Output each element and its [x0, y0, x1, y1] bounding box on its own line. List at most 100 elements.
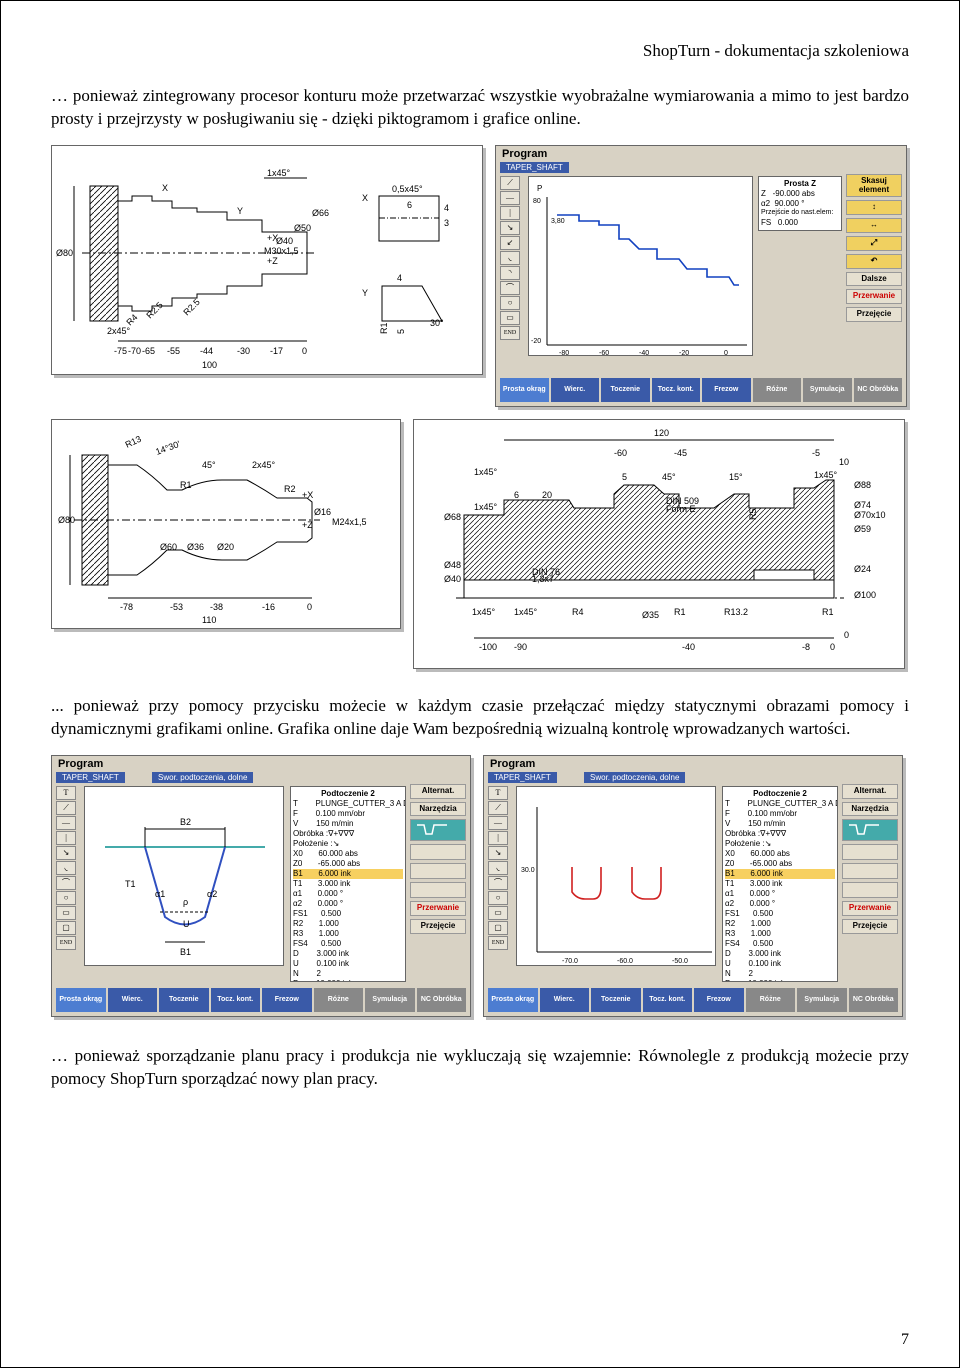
more-button[interactable]: Dalsze: [846, 272, 902, 287]
svg-text:-78: -78: [120, 602, 133, 612]
bottom-btn[interactable]: Symulacja: [797, 988, 847, 1012]
svg-text:Ø50: Ø50: [294, 223, 311, 233]
bottom-btn[interactable]: Różne: [753, 378, 802, 402]
bottom-btn[interactable]: Prosta okrąg: [488, 988, 538, 1012]
tool-icon[interactable]: T: [488, 786, 508, 800]
accept-button[interactable]: Przejęcie: [410, 919, 466, 934]
tool-icon[interactable]: ↘: [56, 846, 76, 860]
tool-icon[interactable]: ⌒: [56, 876, 76, 890]
param-row: FS1 0.500: [725, 909, 835, 919]
bottom-btn[interactable]: NC Obróbka: [849, 988, 899, 1012]
tool-icon[interactable]: ⟋: [56, 801, 76, 815]
tool-icon[interactable]: ↘: [500, 221, 520, 235]
tool-icon[interactable]: ○: [488, 891, 508, 905]
cnc-tab[interactable]: TAPER_SHAFT: [488, 772, 557, 783]
tool-icon[interactable]: ↙: [500, 236, 520, 250]
svg-text:-45: -45: [674, 448, 687, 458]
undo-button[interactable]: ↶: [846, 254, 902, 269]
tool-icon[interactable]: ○: [500, 296, 520, 310]
tool-icon[interactable]: ▭: [56, 906, 76, 920]
bottom-btn[interactable]: Symulacja: [803, 378, 852, 402]
arrow-v-button[interactable]: ↕: [846, 200, 902, 215]
svg-text:2x45°: 2x45°: [107, 326, 131, 336]
bottom-btn[interactable]: Różne: [746, 988, 796, 1012]
arrow-h-button[interactable]: ↔: [846, 218, 902, 233]
tool-icon[interactable]: ◟: [500, 251, 520, 265]
tool-icon[interactable]: ⟋: [500, 176, 520, 190]
bottom-btn[interactable]: Wierc.: [108, 988, 158, 1012]
tool-icon[interactable]: ⌒: [488, 876, 508, 890]
bottom-btn[interactable]: Wierc.: [540, 988, 590, 1012]
bottom-btn[interactable]: Prosta okrąg: [500, 378, 549, 402]
svg-text:+X: +X: [302, 490, 313, 500]
tool-icon[interactable]: ◟: [56, 861, 76, 875]
bottom-btn[interactable]: Frezow: [262, 988, 312, 1012]
cnc-left-icons: ⟋ — | ↘ ↙ ◟ ◝ ⌒ ○ ▭ END: [500, 176, 522, 340]
tool-icon[interactable]: ◟: [488, 861, 508, 875]
bottom-btn[interactable]: Wierc.: [551, 378, 600, 402]
groove-icon-button[interactable]: [842, 819, 898, 841]
paragraph-2: ... ponieważ przy pomocy przycisku możec…: [51, 695, 909, 741]
tool-icon[interactable]: ▢: [56, 921, 76, 935]
end-icon[interactable]: END: [56, 936, 76, 950]
bottom-btn[interactable]: Frezow: [702, 378, 751, 402]
tool-icon[interactable]: |: [56, 831, 76, 845]
tool-icon[interactable]: —: [56, 816, 76, 830]
alternat-button[interactable]: Alternat.: [410, 784, 466, 799]
tool-icon[interactable]: |: [488, 831, 508, 845]
bottom-btn[interactable]: Tocz. kont.: [652, 378, 701, 402]
bottom-btn[interactable]: NC Obróbka: [417, 988, 467, 1012]
tool-icon[interactable]: ▭: [500, 311, 520, 325]
end-icon[interactable]: END: [488, 936, 508, 950]
bottom-btn[interactable]: Toczenie: [601, 378, 650, 402]
tools-button[interactable]: Narzędzia: [842, 802, 898, 817]
bottom-btn[interactable]: Tocz. kont.: [211, 988, 261, 1012]
svg-text:-20: -20: [679, 350, 689, 357]
cnc-screenshot-2: Program TAPER_SHAFT Swor. podtoczenia, d…: [51, 755, 471, 1017]
bottom-btn[interactable]: Tocz. kont.: [643, 988, 693, 1012]
tool-icon[interactable]: ⌒: [500, 281, 520, 295]
cnc-title: Program: [502, 148, 547, 160]
accept-button[interactable]: Przejęcie: [842, 919, 898, 934]
tool-icon[interactable]: —: [500, 191, 520, 205]
bottom-btn[interactable]: Różne: [314, 988, 364, 1012]
alternat-button[interactable]: Alternat.: [842, 784, 898, 799]
tool-icon[interactable]: ⟋: [488, 801, 508, 815]
bottom-btn[interactable]: Toczenie: [159, 988, 209, 1012]
arrow-diag-button[interactable]: ⤢: [846, 236, 902, 251]
svg-text:-50.0: -50.0: [672, 958, 688, 965]
empty-button: [842, 863, 898, 879]
bottom-btn[interactable]: Symulacja: [365, 988, 415, 1012]
tool-icon[interactable]: T: [56, 786, 76, 800]
bottom-btn[interactable]: Frezow: [694, 988, 744, 1012]
tool-icon[interactable]: ▭: [488, 906, 508, 920]
delete-element-button[interactable]: Skasuj element: [846, 174, 902, 198]
svg-text:-75: -75: [114, 346, 127, 356]
abort-button[interactable]: Przerwanie: [842, 901, 898, 916]
cnc-tab[interactable]: TAPER_SHAFT: [56, 772, 125, 783]
tool-icon[interactable]: |: [500, 206, 520, 220]
cnc-tab2: Swor. podtoczenia, dolne: [584, 772, 685, 783]
cnc-bottom-toolbar: Prosta okrąg Wierc. Toczenie Tocz. kont.…: [500, 378, 902, 402]
svg-text:3: 3: [444, 218, 449, 228]
accept-button[interactable]: Przejęcie: [846, 307, 902, 322]
tool-icon[interactable]: ○: [56, 891, 76, 905]
bottom-btn[interactable]: NC Obróbka: [854, 378, 903, 402]
tool-icon[interactable]: ↘: [488, 846, 508, 860]
bottom-btn[interactable]: Toczenie: [591, 988, 641, 1012]
param-row: R3 1.000: [725, 929, 835, 939]
svg-text:Form E: Form E: [666, 504, 696, 514]
tool-icon[interactable]: —: [488, 816, 508, 830]
abort-button[interactable]: Przerwanie: [410, 901, 466, 916]
tools-button[interactable]: Narzędzia: [410, 802, 466, 817]
abort-button[interactable]: Przerwanie: [846, 289, 902, 304]
tool-icon[interactable]: ▢: [488, 921, 508, 935]
cnc-tab[interactable]: TAPER_SHAFT: [500, 162, 569, 173]
tool-icon[interactable]: ◝: [500, 266, 520, 280]
svg-text:Ø100: Ø100: [854, 590, 876, 600]
end-icon[interactable]: END: [500, 326, 520, 340]
svg-text:Y: Y: [237, 206, 243, 216]
bottom-btn[interactable]: Prosta okrąg: [56, 988, 106, 1012]
groove-icon-button[interactable]: [410, 819, 466, 841]
svg-text:Ø70x10: Ø70x10: [854, 510, 886, 520]
